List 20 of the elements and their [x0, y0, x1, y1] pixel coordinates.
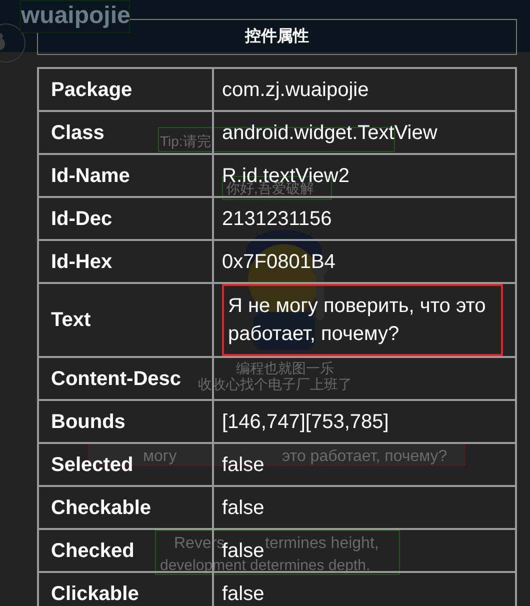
property-label: Checkable — [38, 486, 213, 529]
property-label: Id-Dec — [38, 197, 213, 240]
message-text: могу — [143, 447, 177, 467]
property-value: 0x7F0801B4 — [213, 240, 516, 283]
property-label: Bounds — [38, 400, 213, 443]
tip-text: Tip:请完 — [160, 132, 211, 151]
property-label: Clickable — [38, 572, 213, 606]
property-value: false — [213, 486, 516, 529]
caption-text: 编程也就图一乐 — [236, 359, 334, 377]
property-value: com.zj.wuaipojie — [213, 68, 516, 111]
property-value: 2131231156 — [213, 197, 516, 240]
property-label: Id-Hex — [38, 240, 213, 283]
property-value: Я не могу поверить, что это работает, почему? — [222, 284, 503, 356]
property-label: Package — [38, 68, 213, 111]
property-value: android.widget.TextView — [213, 111, 516, 154]
message-text: это работает, почему? — [282, 447, 448, 467]
motto-text: termines height, — [265, 534, 379, 554]
property-value: [146,747][753,785] — [213, 400, 516, 443]
property-label: Text — [38, 283, 213, 357]
property-label: Id-Name — [38, 154, 213, 197]
